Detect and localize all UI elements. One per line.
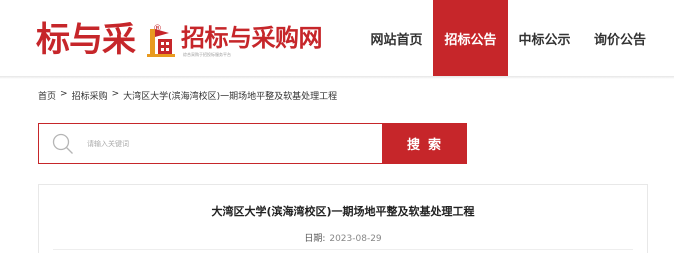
search-input[interactable] (87, 124, 383, 163)
brand-logo-text: 标与采 (36, 20, 136, 60)
main-nav: 网站首页 招标公告 中标公示 询价公告 (360, 0, 659, 76)
article-title: 大湾区大学(滨海湾校区)一期场地平整及软基处理工程 (211, 205, 475, 218)
header-divider (0, 76, 674, 79)
breadcrumb-item-current: 大湾区大学(滨海湾校区)一期场地平整及软基处理工程 (123, 92, 338, 102)
nav-item-inquiry-notice[interactable]: 询价公告 (581, 0, 659, 76)
breadcrumb-separator: > (60, 89, 68, 99)
breadcrumb-item-procurement[interactable]: 招标采购 (72, 89, 108, 102)
search-button[interactable]: 搜索 (382, 124, 466, 163)
search-icon (52, 133, 73, 154)
nav-item-award-publicity[interactable]: 中标公示 (508, 0, 581, 76)
article-divider (53, 249, 633, 250)
article-card: 大湾区大学(滨海湾校区)一期场地平整及软基处理工程 日期: 2023-08-29 (38, 184, 648, 253)
breadcrumb-separator: > (111, 89, 120, 99)
site-name-title: 招标与采购网 (181, 24, 323, 52)
date-label: 日期: (304, 234, 326, 244)
nav-item-tender-notice[interactable]: 招标公告 (433, 0, 508, 76)
site-name-logo[interactable]: 招标与采购网 综合采购于招投标服务平台 (181, 24, 323, 57)
site-name-tagline: 综合采购于招投标服务平台 (183, 52, 231, 57)
date-value: 2023-08-29 (329, 234, 382, 244)
nav-item-home[interactable]: 网站首页 (360, 0, 433, 76)
search-bar: 搜索 (38, 123, 467, 164)
breadcrumb: 首页 > 招标采购 > 大湾区大学(滨海湾校区)一期场地平整及软基处理工程 (38, 89, 337, 102)
site-header: 标与采 ® 招标与采购网 综合采购于招投标服务平台 网站首页 招标公告 中标公示… (0, 0, 674, 76)
article-date: 日期: 2023-08-29 (39, 231, 647, 244)
breadcrumb-item-home[interactable]: 首页 (38, 89, 56, 102)
brand-logo[interactable]: 标与采 ® (36, 20, 162, 60)
building-flag-icon (147, 29, 175, 57)
